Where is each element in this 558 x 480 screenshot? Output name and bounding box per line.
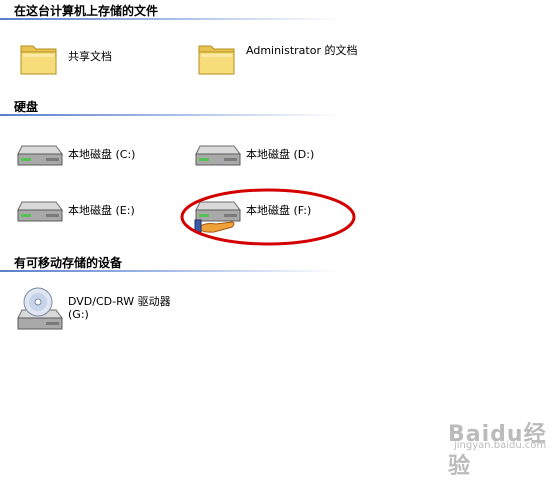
group-title: 有可移动存储的设备	[14, 256, 123, 270]
local-disk-d[interactable]: 本地磁盘 (D:)	[194, 140, 364, 170]
group-title: 硬盘	[14, 100, 39, 114]
item-label: 共享文档	[68, 50, 112, 63]
folder-icon	[198, 45, 235, 75]
hard-drive-icon	[17, 145, 63, 166]
administrator-documents-folder[interactable]: Administrator 的文档	[196, 38, 376, 82]
folder-icon	[20, 45, 57, 75]
shared-documents-folder[interactable]: 共享文档	[18, 38, 178, 82]
group-divider	[0, 270, 340, 272]
group-divider	[0, 114, 340, 116]
item-label: 本地磁盘 (E:)	[68, 204, 135, 217]
item-label: 本地磁盘 (D:)	[246, 148, 315, 161]
item-label: DVD/CD-RW 驱动器 (G:)	[68, 295, 171, 321]
local-disk-c[interactable]: 本地磁盘 (C:)	[16, 140, 186, 170]
group-divider	[0, 18, 340, 20]
hard-drive-icon	[195, 145, 241, 166]
watermark-url: jingyan.baidu.com	[454, 440, 547, 451]
group-title: 在这台计算机上存储的文件	[14, 4, 159, 18]
item-label: 本地磁盘 (C:)	[68, 148, 136, 161]
item-label: Administrator 的文档	[246, 44, 358, 57]
dvd-drive-icon	[17, 287, 63, 330]
annotation-ellipse	[180, 188, 356, 246]
dvd-drive-g[interactable]: DVD/CD-RW 驱动器 (G:)	[16, 286, 216, 332]
local-disk-e[interactable]: 本地磁盘 (E:)	[16, 196, 186, 226]
hard-drive-icon	[17, 201, 63, 222]
